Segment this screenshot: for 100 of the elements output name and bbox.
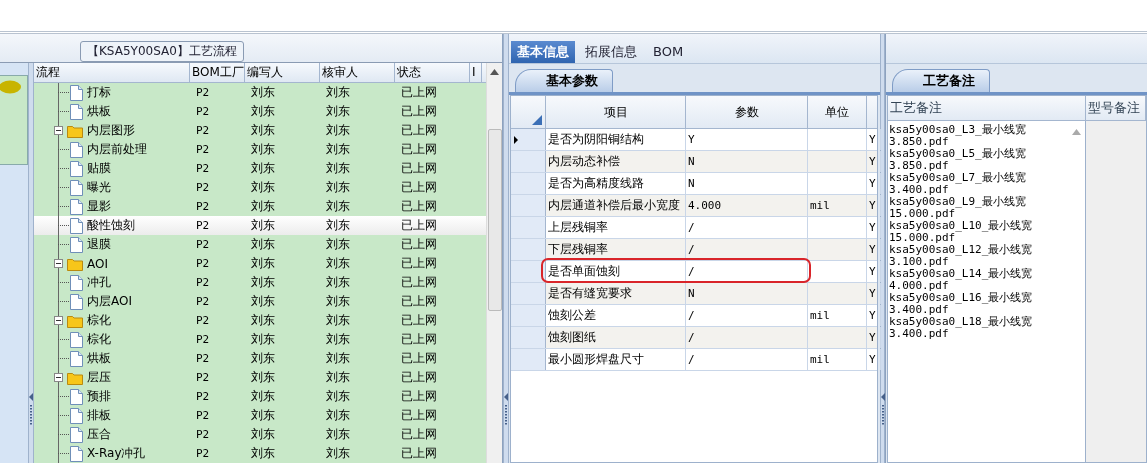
tree-label: X-Ray冲孔 — [87, 445, 146, 462]
collapse-icon[interactable] — [54, 259, 63, 268]
table-cell-text: 刘东 — [250, 160, 276, 177]
table-cell: N — [686, 283, 808, 304]
tree-row[interactable]: 烘板 P2 刘东 刘东 已上网 — [34, 349, 486, 368]
folder-icon — [67, 313, 83, 328]
document-icon — [70, 141, 83, 158]
tab[interactable]: BOM — [647, 41, 690, 63]
subtab[interactable]: 基本参数 — [515, 69, 613, 92]
tree-row[interactable]: 退膜 P2 刘东 刘东 已上网 — [34, 235, 486, 254]
column-header[interactable]: 参数 — [686, 96, 808, 128]
tree-row[interactable]: 棕化 P2 刘东 刘东 已上网 — [34, 330, 486, 349]
row-header[interactable] — [511, 129, 546, 150]
column-header[interactable]: 流程 — [34, 63, 190, 82]
row-header[interactable] — [511, 151, 546, 172]
collapse-icon[interactable] — [54, 126, 63, 135]
table-cell-text: P2 — [195, 161, 211, 177]
table-cell: 内层通道补偿后最小宽度 — [546, 195, 686, 216]
table-cell-text: 刘东 — [250, 369, 276, 386]
table-cell: / — [686, 261, 808, 282]
scroll-up-icon[interactable] — [490, 69, 499, 75]
table-cell-text: P2 — [195, 389, 211, 405]
row-header[interactable] — [511, 349, 546, 370]
column-header[interactable]: 核审人 — [320, 63, 395, 82]
column-header[interactable]: 工艺备注 — [888, 96, 1086, 120]
tree-row[interactable]: 压合 P2 刘东 刘东 已上网 — [34, 425, 486, 444]
tree-row[interactable]: 打标 P2 刘东 刘东 已上网 — [34, 83, 486, 102]
table-cell-text: P2 — [195, 180, 211, 196]
tree-row[interactable]: 内层前处理 P2 刘东 刘东 已上网 — [34, 140, 486, 159]
tree-row[interactable]: 显影 P2 刘东 刘东 已上网 — [34, 197, 486, 216]
column-header[interactable]: I — [470, 63, 482, 82]
tree-row[interactable]: 预排 P2 刘东 刘东 已上网 — [34, 387, 486, 406]
table-cell-text: 刘东 — [250, 274, 276, 291]
table-cell-text: 已上网 — [400, 103, 438, 120]
tree-row[interactable]: 层压 P2 刘东 刘东 已上网 — [34, 368, 486, 387]
row-header[interactable] — [511, 195, 546, 216]
row-header[interactable] — [511, 305, 546, 326]
tree-row[interactable]: 排板 P2 刘东 刘东 已上网 — [34, 406, 486, 425]
tree-row[interactable]: 烘板 P2 刘东 刘东 已上网 — [34, 102, 486, 121]
subtab[interactable]: 工艺备注 — [892, 69, 990, 92]
tree-row[interactable]: 曝光 P2 刘东 刘东 已上网 — [34, 178, 486, 197]
tree-label: 冲孔 — [87, 274, 111, 291]
row-header[interactable] — [511, 173, 546, 194]
column-header[interactable]: 单位 — [808, 96, 867, 128]
table-cell-text: 已上网 — [400, 312, 438, 329]
row-header[interactable] — [511, 239, 546, 260]
tab[interactable]: 拓展信息 — [579, 41, 643, 63]
table-cell-text: 已上网 — [400, 293, 438, 310]
tree-row[interactable]: 内层AOI P2 刘东 刘东 已上网 — [34, 292, 486, 311]
tree-row[interactable]: 棕化 P2 刘东 刘东 已上网 — [34, 311, 486, 330]
table-cell-text: 刘东 — [250, 84, 276, 101]
collapse-icon[interactable] — [54, 316, 63, 325]
table-cell-text: 刘东 — [250, 179, 276, 196]
table-cell-text: 刘东 — [325, 388, 351, 405]
document-icon — [70, 274, 83, 291]
table-cell-text: 已上网 — [400, 84, 438, 101]
table-cell-text: P2 — [195, 427, 211, 443]
scrollbar[interactable] — [486, 63, 502, 463]
tree-row[interactable]: 内层图形 P2 刘东 刘东 已上网 — [34, 121, 486, 140]
table-cell-text: 刘东 — [325, 84, 351, 101]
table-cell: N — [686, 173, 808, 194]
column-header[interactable]: 编写人 — [245, 63, 320, 82]
column-header[interactable]: 型号备注 — [1086, 96, 1146, 120]
tree-row[interactable]: X-Ray冲孔 P2 刘东 刘东 已上网 — [34, 444, 486, 463]
tree-label: 酸性蚀刻 — [87, 217, 135, 234]
table-cell-text: 刘东 — [250, 312, 276, 329]
column-header[interactable]: BOM工厂 — [190, 63, 245, 82]
table-cell-text: 刘东 — [325, 236, 351, 253]
tree-row[interactable]: 冲孔 P2 刘东 刘东 已上网 — [34, 273, 486, 292]
tree-line — [58, 92, 70, 93]
tree-line — [58, 244, 70, 245]
table-cell-text: 刘东 — [250, 331, 276, 348]
table-cell-text: 刘东 — [325, 122, 351, 139]
tree-row[interactable]: 酸性蚀刻 P2 刘东 刘东 已上网 — [34, 216, 486, 235]
table-cell-text: 刘东 — [250, 198, 276, 215]
column-header[interactable]: 项目 — [546, 96, 686, 128]
table-cell-text: 刘东 — [250, 350, 276, 367]
collapse-icon[interactable] — [54, 373, 63, 382]
table-cell: 是否有缝宽要求 — [546, 283, 686, 304]
row-header[interactable] — [511, 327, 546, 348]
table-cell-text: 已上网 — [400, 122, 438, 139]
tree-row[interactable]: AOI P2 刘东 刘东 已上网 — [34, 254, 486, 273]
row-header[interactable] — [511, 217, 546, 238]
tree-label: 预排 — [87, 388, 111, 405]
document-icon — [70, 407, 83, 424]
table-cell-text: 刘东 — [250, 217, 276, 234]
document-icon — [70, 236, 83, 253]
table-cell-text: 刘东 — [325, 198, 351, 215]
document-icon — [70, 293, 83, 310]
table-cell-text: 刘东 — [325, 312, 351, 329]
panel-title-tab[interactable]: 【KSA5Y00SA0】工艺流程 — [80, 41, 244, 62]
current-row-icon — [514, 135, 518, 144]
row-header[interactable] — [511, 261, 546, 282]
column-header[interactable]: 状态 — [395, 63, 470, 82]
table-cell-text: P2 — [195, 332, 211, 348]
table-cell-text: 已上网 — [400, 331, 438, 348]
scroll-thumb[interactable] — [487, 129, 502, 311]
tab[interactable]: 基本信息 — [511, 41, 575, 63]
row-header[interactable] — [511, 283, 546, 304]
tree-row[interactable]: 贴膜 P2 刘东 刘东 已上网 — [34, 159, 486, 178]
